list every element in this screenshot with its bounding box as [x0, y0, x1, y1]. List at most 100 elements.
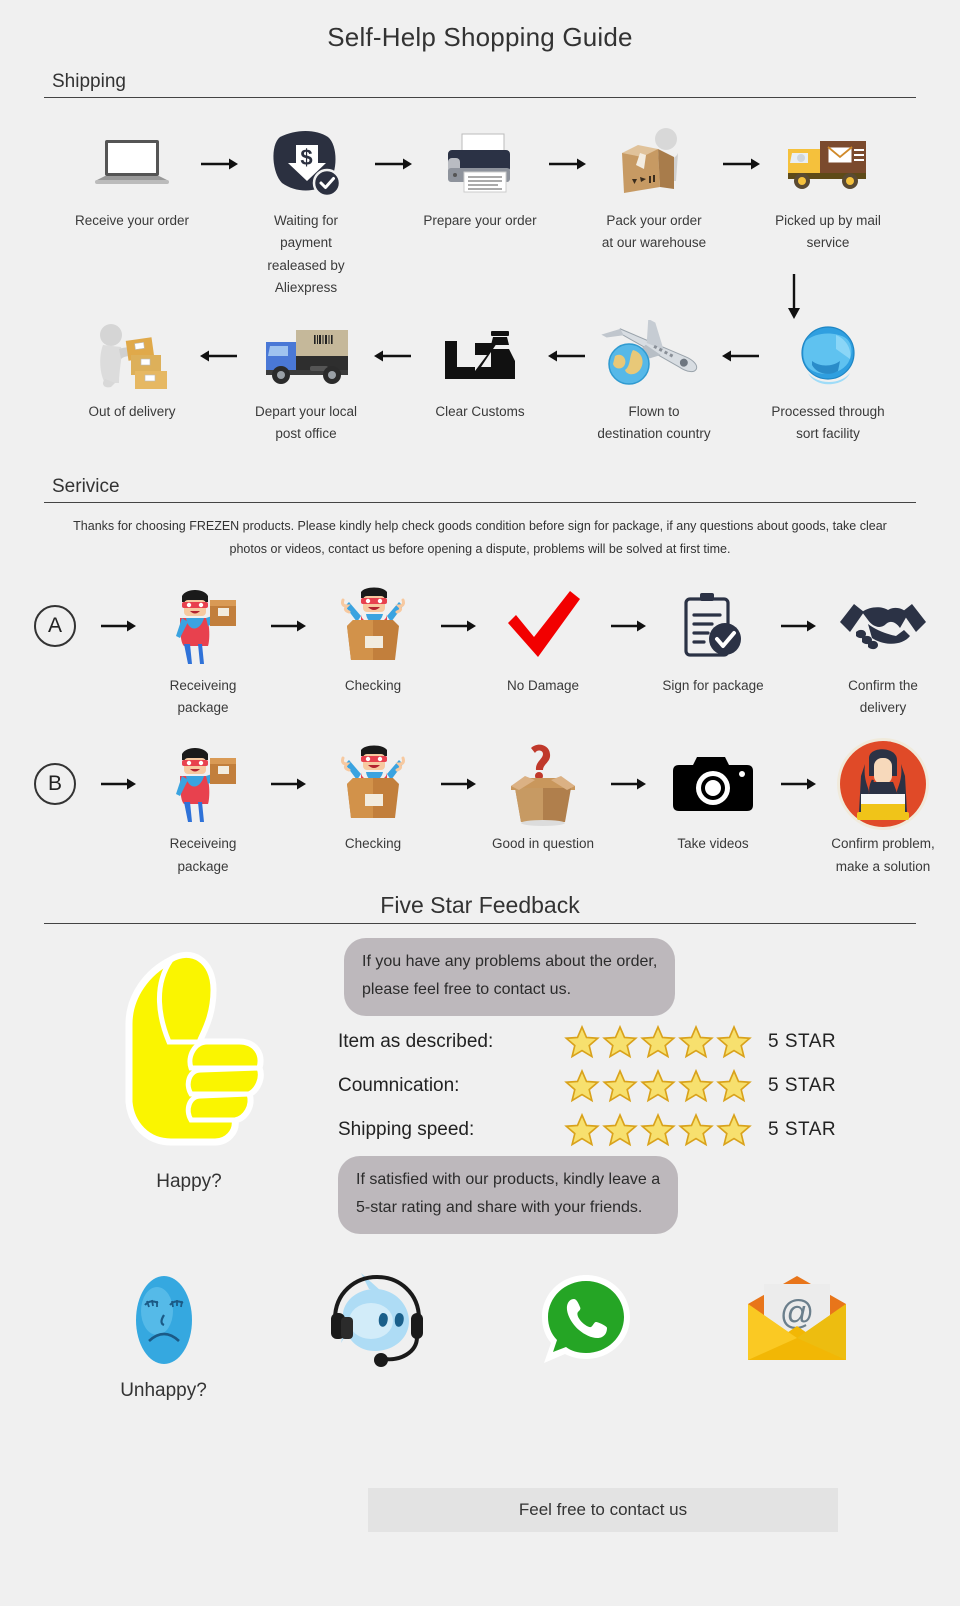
- trademanager-headset-icon[interactable]: [325, 1270, 425, 1370]
- arrow-left-icon: [539, 317, 595, 395]
- star-icon: [678, 1068, 714, 1103]
- service-note-text: Thanks for choosing FREZEN products. Ple…: [73, 518, 887, 556]
- shipping-step-receive-order: Receive your order: [73, 124, 191, 232]
- service-flow-row-b: B Receiveing package Checking Good in qu…: [0, 738, 960, 878]
- rating-value: 5 STAR: [768, 1118, 837, 1140]
- contact-bubble-top: If you have any problems about the order…: [344, 937, 676, 1016]
- five-star-feedback-title: Five Star Feedback: [380, 891, 580, 918]
- arrow-right-icon: [262, 583, 314, 669]
- rating-label: Item as described:: [338, 1030, 494, 1052]
- payment-released-icon: $: [268, 124, 344, 204]
- shipping-step-prepare-order: Prepare your order: [421, 124, 539, 232]
- feedback-section: Happy? If you have any problems about th…: [0, 937, 960, 1234]
- clipboard-check-icon: [682, 583, 744, 669]
- rating-label: Shipping speed:: [338, 1118, 475, 1140]
- rating-label: Coumnication:: [338, 1074, 460, 1096]
- delivery-man-icon: [89, 317, 175, 395]
- arrow-left-icon: [713, 317, 769, 395]
- contact-icons-row: Unhappy? @: [0, 1270, 960, 1402]
- thumbs-up-icon: [113, 946, 265, 1163]
- section-header-shipping: Shipping: [44, 71, 916, 98]
- star-icon: [640, 1068, 676, 1103]
- question-box-icon: [501, 741, 585, 827]
- shipping-step-pack-order: Pack your order at our warehouse: [595, 124, 713, 255]
- rating-value: 5 STAR: [768, 1074, 837, 1096]
- arrow-right-icon: [432, 741, 484, 827]
- step-label: Checking: [344, 677, 402, 693]
- arrow-right-icon: [92, 583, 144, 669]
- star-icon: [564, 1068, 600, 1103]
- email-at-icon[interactable]: @: [742, 1270, 852, 1370]
- rating-row-item-as-described: Item as described: 5 STAR: [338, 1024, 916, 1060]
- sad-face-icon: [127, 1270, 201, 1370]
- laptop-icon: [89, 124, 175, 204]
- shopping-guide-page: Self-Help Shopping Guide Shipping Receiv…: [0, 0, 960, 1606]
- mail-truck-icon: [780, 124, 876, 204]
- contact-whatsapp[interactable]: [480, 1270, 691, 1380]
- shipping-step-clear-customs: Clear Customs: [421, 317, 539, 423]
- step-label: Depart your local post office: [254, 404, 358, 442]
- service-step-receiving-package-a: Receiveing package: [144, 583, 262, 720]
- star-icon: [716, 1068, 752, 1103]
- step-label: No Damage: [506, 677, 580, 693]
- arrow-right-icon: [365, 124, 421, 204]
- step-label: Confirm problem, make a solution: [831, 836, 935, 874]
- service-heading-label: Serivice: [52, 475, 120, 497]
- star-icon: [678, 1024, 714, 1059]
- star-icon: [602, 1068, 638, 1103]
- page-title: Self-Help Shopping Guide: [327, 22, 633, 52]
- step-label: Sign for package: [662, 677, 764, 693]
- feedback-divider: [44, 922, 916, 924]
- shipping-heading-label: Shipping: [52, 71, 126, 92]
- arrow-right-icon: [191, 124, 247, 204]
- service-step-take-videos: Take videos: [654, 741, 772, 855]
- step-label: Pack your order at our warehouse: [601, 213, 707, 251]
- arrow-down-icon: [786, 272, 802, 325]
- shipping-step-out-of-delivery: Out of delivery: [73, 317, 191, 423]
- step-label: Take videos: [677, 836, 749, 852]
- arrow-right-icon: [602, 741, 654, 827]
- arrow-right-icon: [772, 583, 824, 669]
- step-label: Prepare your order: [423, 213, 537, 228]
- star-rating: [564, 1112, 752, 1148]
- support-agent-icon: [835, 738, 931, 831]
- contact-footer-bar[interactable]: Feel free to contact us: [368, 1488, 838, 1532]
- shipping-flow-row-2: Out of delivery Depart your local post o…: [0, 317, 960, 446]
- arrow-left-icon: [365, 317, 421, 395]
- step-label: Good in question: [491, 836, 595, 852]
- step-label: Processed through sort facility: [771, 404, 885, 442]
- hero-with-package-icon: [166, 741, 240, 827]
- contact-unhappy: Unhappy?: [58, 1270, 269, 1402]
- service-step-sign-package: Sign for package: [654, 583, 772, 697]
- star-icon: [602, 1024, 638, 1059]
- step-label: Waiting for payment realeased by Aliexpr…: [267, 213, 345, 295]
- hero-in-box-icon: [333, 583, 413, 669]
- contact-email[interactable]: @: [691, 1270, 902, 1380]
- step-label: Receiveing package: [169, 677, 237, 716]
- happy-column: Happy?: [44, 938, 334, 1234]
- badge-b: B: [18, 741, 92, 827]
- rating-value: 5 STAR: [768, 1030, 837, 1052]
- arrow-right-icon: [92, 741, 144, 827]
- handshake-icon: [838, 583, 928, 669]
- whatsapp-icon[interactable]: [538, 1270, 634, 1370]
- rating-row-shipping-speed: Shipping speed: 5 STAR: [338, 1112, 916, 1148]
- packing-box-icon: [612, 124, 696, 204]
- arrow-right-icon: [713, 124, 769, 204]
- step-label: Receiveing package: [169, 836, 237, 874]
- service-step-receiving-package-b: Receiveing package: [144, 741, 262, 878]
- svg-text:$: $: [300, 145, 312, 170]
- camera-icon: [671, 741, 755, 827]
- arrow-right-icon: [602, 583, 654, 669]
- star-icon: [640, 1024, 676, 1059]
- arrow-right-icon: [262, 741, 314, 827]
- arrow-left-icon: [191, 317, 247, 395]
- star-icon: [640, 1112, 676, 1147]
- step-label: Confirm the delivery: [848, 677, 918, 716]
- customs-officer-icon: [441, 317, 519, 395]
- blue-truck-icon: [256, 317, 356, 395]
- contact-trademanager[interactable]: [269, 1270, 480, 1380]
- shipping-step-flown-destination: Flown to destination country: [595, 317, 713, 446]
- red-check-icon: [504, 583, 582, 669]
- star-icon: [564, 1112, 600, 1147]
